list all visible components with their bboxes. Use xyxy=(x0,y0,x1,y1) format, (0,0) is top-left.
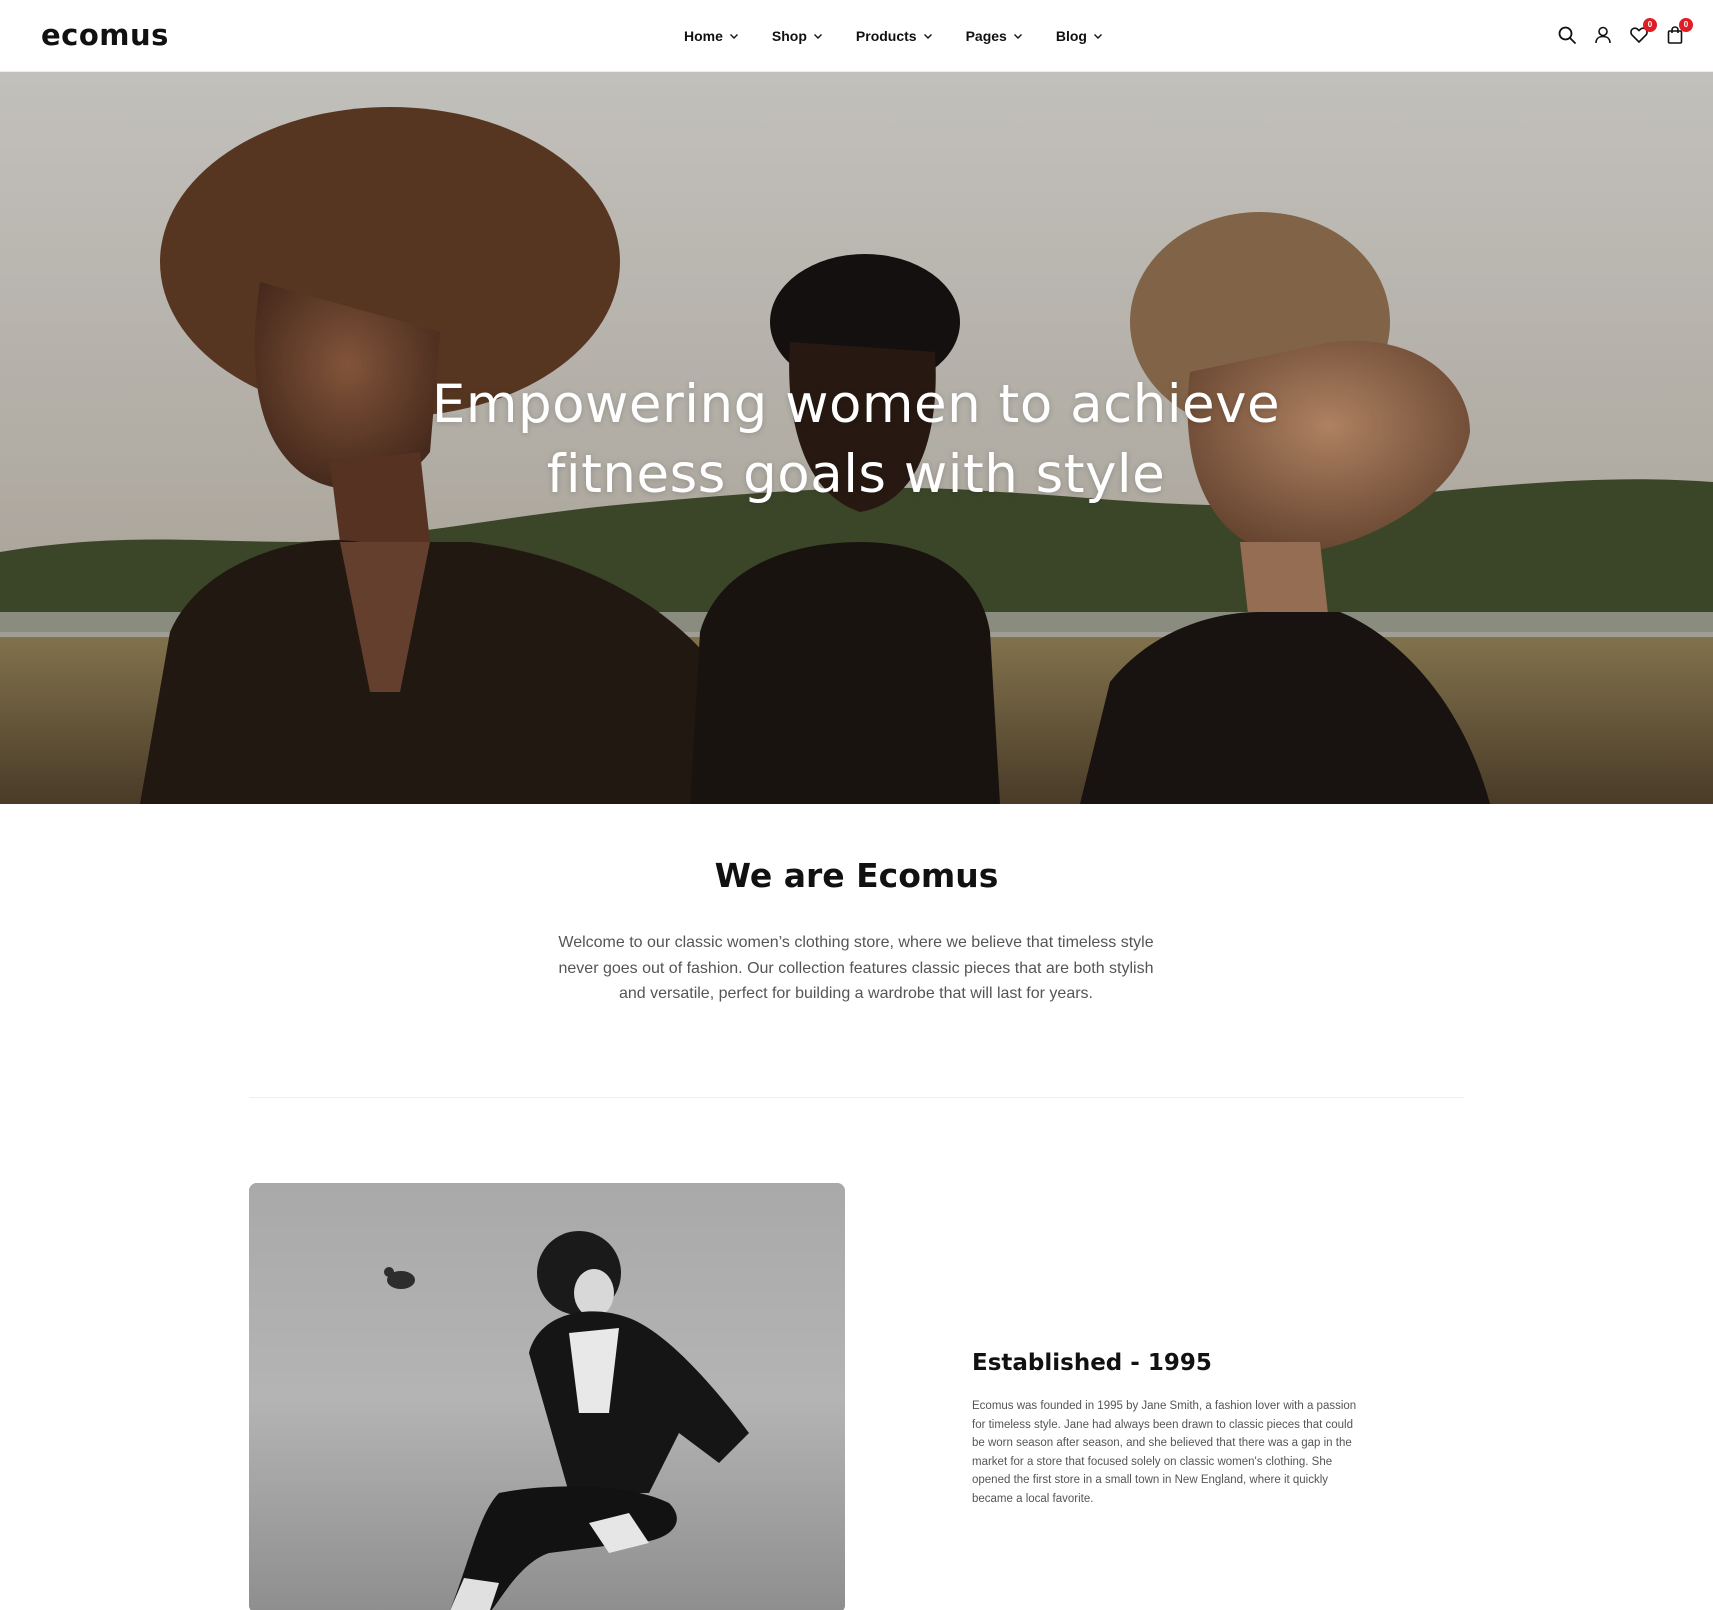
nav-item-blog[interactable]: Blog xyxy=(1056,28,1103,44)
about-text: Welcome to our classic women’s clothing … xyxy=(558,934,1154,1002)
account-icon xyxy=(1595,26,1611,44)
chevron-down-icon xyxy=(813,34,822,39)
nav-item-products[interactable]: Products xyxy=(856,28,933,44)
account-button[interactable] xyxy=(1593,25,1613,47)
nav-item-home[interactable]: Home xyxy=(684,28,739,44)
story-text: Ecomus was founded in 1995 by Jane Smith… xyxy=(972,1400,1357,1505)
chevron-down-icon xyxy=(1013,34,1022,39)
about-title: We are Ecomus xyxy=(714,856,999,895)
nav-item-label: Pages xyxy=(965,28,1007,44)
chevron-down-icon xyxy=(729,34,738,39)
site-header: ecomus Home Shop Products Pages Blog 0 0 xyxy=(0,0,1713,72)
nav-item-pages[interactable]: Pages xyxy=(966,28,1023,44)
logo[interactable]: ecomus xyxy=(41,18,169,52)
wishlist-button[interactable]: 0 xyxy=(1629,18,1657,47)
story-image xyxy=(249,1183,845,1610)
nav-item-label: Products xyxy=(855,28,917,44)
nav-item-label: Blog xyxy=(1055,28,1087,44)
chevron-down-icon xyxy=(1093,34,1102,39)
nav-item-label: Shop xyxy=(771,28,807,44)
section-divider xyxy=(249,1097,1464,1098)
cart-count-badge: 0 xyxy=(1679,18,1693,32)
wishlist-count-badge: 0 xyxy=(1643,18,1657,32)
search-icon xyxy=(1558,26,1576,44)
nav-item-label: Home xyxy=(684,28,723,44)
nav-item-shop[interactable]: Shop xyxy=(772,28,823,44)
hero-banner: Empowering women to achieve fitness goal… xyxy=(0,72,1713,804)
hero-title: Empowering women to achieve fitness goal… xyxy=(431,374,1281,505)
main-nav: Home Shop Products Pages Blog xyxy=(684,24,1103,48)
header-actions: 0 0 xyxy=(1557,18,1693,50)
search-button[interactable] xyxy=(1557,25,1577,47)
chevron-down-icon xyxy=(923,34,932,39)
story-heading: Established - 1995 xyxy=(972,1350,1212,1376)
cart-button[interactable]: 0 xyxy=(1665,18,1693,47)
woman-on-sand-photo xyxy=(249,1183,845,1610)
